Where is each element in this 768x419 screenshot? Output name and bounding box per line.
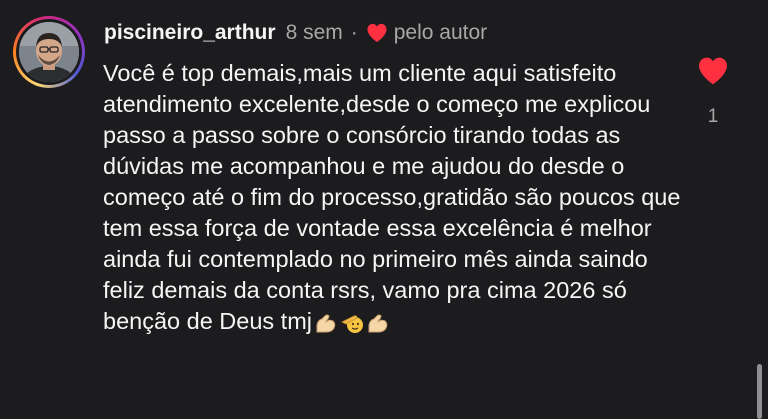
avatar[interactable]	[19, 22, 79, 82]
scrollbar[interactable]	[757, 364, 762, 419]
avatar-photo	[19, 22, 79, 82]
emoji-row	[314, 311, 392, 335]
comment-text: Você é top demais,mais um cliente aqui s…	[103, 58, 683, 337]
liked-by-author: pelo autor	[366, 19, 487, 47]
heart-filled-icon	[367, 23, 387, 43]
flexed-biceps-emoji	[316, 314, 336, 333]
comment-header: piscineiro_arthur 8 sem · pelo autor	[104, 19, 487, 47]
flexed-biceps-emoji	[368, 314, 388, 333]
like-count[interactable]: 1	[700, 106, 726, 128]
username[interactable]: piscineiro_arthur	[104, 19, 276, 47]
liked-by-author-label: pelo autor	[393, 21, 488, 44]
comment: piscineiro_arthur 8 sem · pelo autor Voc…	[0, 0, 768, 419]
avatar-story-ring[interactable]	[13, 16, 85, 88]
like-heart-icon[interactable]	[697, 56, 729, 86]
separator-dot: ·	[350, 21, 358, 44]
saluting-face-emoji	[341, 315, 364, 333]
comment-body: Você é top demais,mais um cliente aqui s…	[103, 60, 681, 334]
timestamp: 8 sem	[285, 21, 343, 44]
